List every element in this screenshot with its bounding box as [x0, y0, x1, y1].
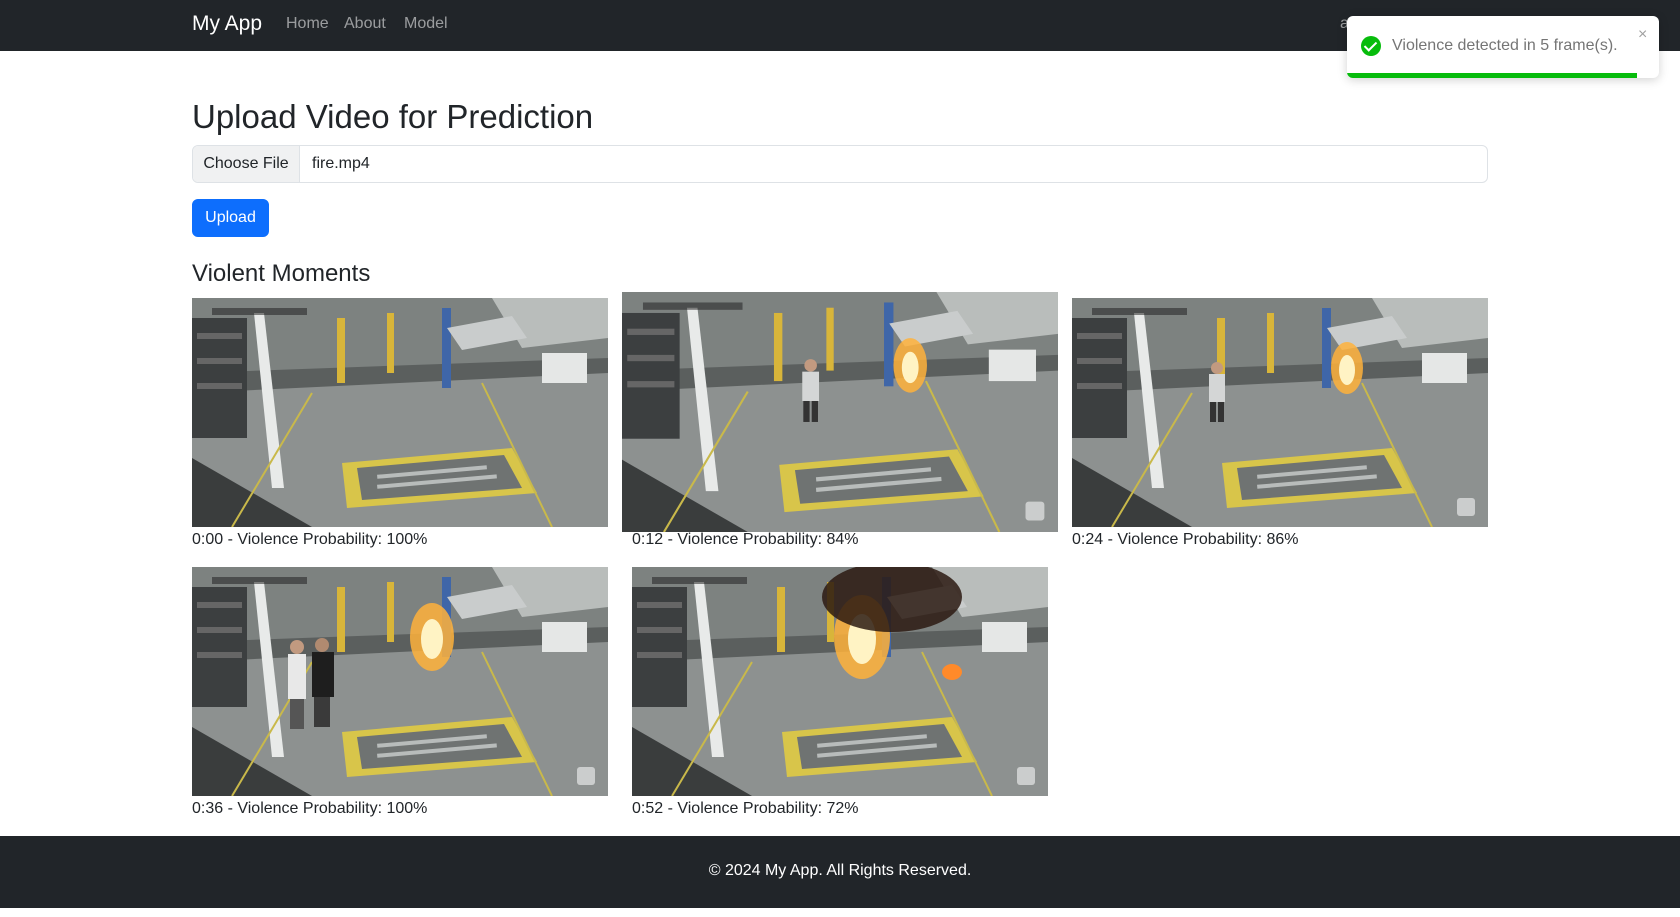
cctv-frame-graphic	[192, 298, 608, 527]
toast-message: Violence detected in 5 frame(s).	[1392, 37, 1618, 54]
cctv-frame-graphic	[632, 567, 1048, 796]
frame-caption-2: 0:12 - Violence Probability: 84%	[632, 531, 859, 548]
page-title: Upload Video for Prediction	[192, 98, 594, 135]
nav-link-about[interactable]: About	[344, 15, 386, 33]
frame-caption-3: 0:24 - Violence Probability: 86%	[1072, 531, 1299, 548]
footer-copyright: © 2024 My App. All Rights Reserved.	[708, 862, 972, 879]
cctv-frame-graphic	[192, 567, 608, 796]
frame-caption-1: 0:00 - Violence Probability: 100%	[192, 531, 428, 548]
footer: © 2024 My App. All Rights Reserved.	[0, 836, 1680, 908]
frame-image-5	[632, 567, 1048, 796]
choose-file-button[interactable]: Choose File	[193, 146, 300, 182]
frame-caption-5: 0:52 - Violence Probability: 72%	[632, 800, 859, 817]
selected-file-name: fire.mp4	[312, 155, 370, 172]
nav-link-home[interactable]: Home	[286, 15, 329, 33]
toast-notification: Violence detected in 5 frame(s). ×	[1347, 16, 1659, 78]
cctv-frame-graphic	[622, 292, 1058, 532]
file-input[interactable]: Choose File fire.mp4	[192, 145, 1488, 183]
frame-image-4	[192, 567, 608, 796]
frame-image-3	[1072, 298, 1488, 527]
frame-image-2	[622, 292, 1058, 532]
toast-progress-bar	[1347, 73, 1637, 78]
cctv-frame-graphic	[1072, 298, 1488, 527]
success-check-icon	[1361, 36, 1381, 56]
frame-caption-4: 0:36 - Violence Probability: 100%	[192, 800, 428, 817]
nav-link-model[interactable]: Model	[404, 15, 448, 33]
brand-link[interactable]: My App	[192, 12, 262, 36]
violent-moments-title: Violent Moments	[192, 260, 371, 287]
upload-button[interactable]: Upload	[192, 199, 269, 237]
frame-image-1	[192, 298, 608, 527]
close-icon[interactable]: ×	[1638, 26, 1647, 44]
